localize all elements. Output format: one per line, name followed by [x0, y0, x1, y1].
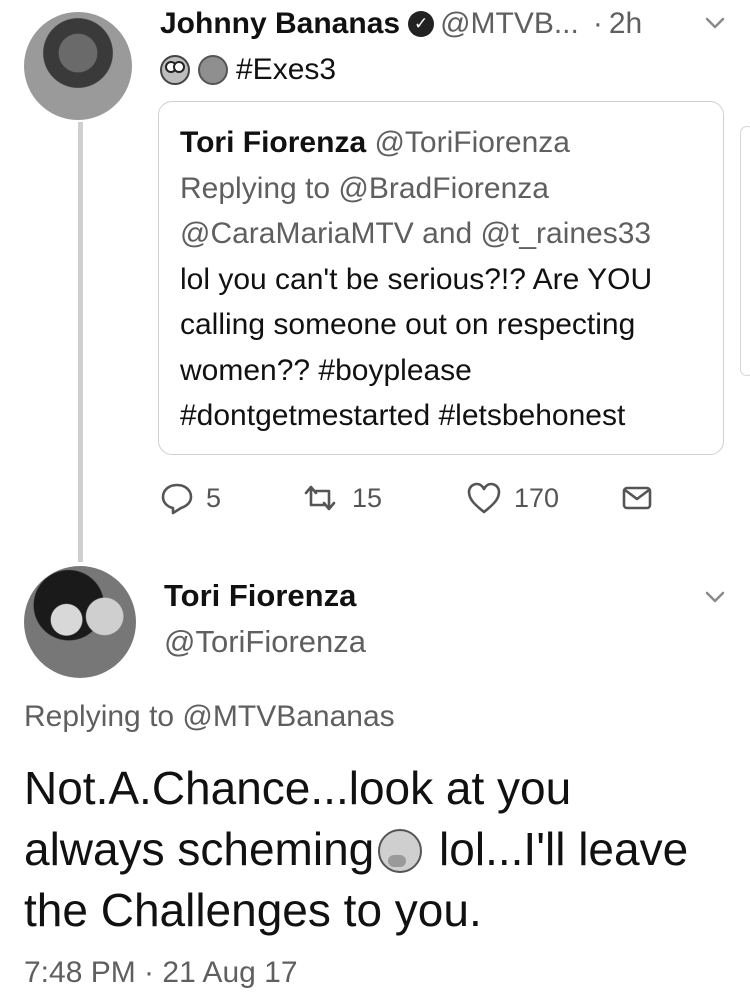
- retweet-count: 15: [352, 482, 383, 513]
- avatar[interactable]: [24, 12, 132, 120]
- direct-message-button[interactable]: [620, 478, 666, 518]
- tweet-header: Johnny Bananas ✓ @MTVB... · 2h: [160, 0, 642, 48]
- author-name[interactable]: Tori Fiorenza: [164, 578, 356, 614]
- author-name[interactable]: Johnny Bananas: [160, 7, 400, 41]
- reply-button[interactable]: 5: [160, 478, 221, 518]
- envelope-icon: [622, 486, 652, 510]
- avatar[interactable]: [24, 566, 136, 678]
- author-handle[interactable]: @ToriFiorenza: [164, 624, 366, 660]
- quote-text-line: calling someone out on respecting: [180, 308, 636, 341]
- tweet-body: #Exes3: [160, 50, 336, 90]
- quote-replying-to-continued: @CaraMariaMTV and @t_raines33: [180, 217, 652, 250]
- author-handle[interactable]: @MTVB...: [440, 7, 579, 41]
- coffee-cup-icon: [198, 55, 228, 85]
- scroll-edge: [740, 126, 750, 376]
- heart-icon: [467, 482, 501, 514]
- quoted-tweet[interactable]: Tori Fiorenza @ToriFiorenza Replying to …: [158, 101, 724, 455]
- reply-count: 5: [206, 482, 222, 513]
- tweet-time[interactable]: 2h: [609, 7, 642, 41]
- tweet-timestamp[interactable]: 7:48 PM · 21 Aug 17: [24, 956, 298, 990]
- quote-author-handle: @ToriFiorenza: [374, 126, 570, 159]
- verified-badge-icon: ✓: [408, 11, 435, 37]
- like-count: 170: [514, 482, 560, 513]
- frog-face-icon: [160, 55, 190, 85]
- chevron-down-icon[interactable]: [700, 582, 730, 612]
- like-button[interactable]: 170: [466, 478, 559, 518]
- chevron-down-icon[interactable]: [700, 8, 730, 38]
- dot-separator: ·: [592, 7, 603, 40]
- hashtag-link[interactable]: #Exes3: [236, 53, 336, 87]
- thinking-face-icon: [378, 829, 423, 873]
- quote-author-name: Tori Fiorenza: [180, 126, 367, 159]
- retweet-icon: [304, 485, 336, 511]
- tweet-text: Not.A.Chance...look at you always schemi…: [24, 758, 724, 941]
- reply-icon: [161, 483, 193, 515]
- quote-text-line: lol you can't be serious?!? Are YOU: [180, 262, 653, 296]
- quote-text-line: #dontgetmestarted #letsbehonest: [180, 399, 626, 432]
- retweet-button[interactable]: 15: [300, 478, 382, 518]
- replying-to[interactable]: Replying to @MTVBananas: [24, 700, 395, 734]
- quote-replying-to: Replying to @BradFiorenza: [180, 171, 549, 205]
- thread-connector-line: [78, 122, 83, 562]
- quote-text-line: women?? #boyplease: [180, 353, 472, 387]
